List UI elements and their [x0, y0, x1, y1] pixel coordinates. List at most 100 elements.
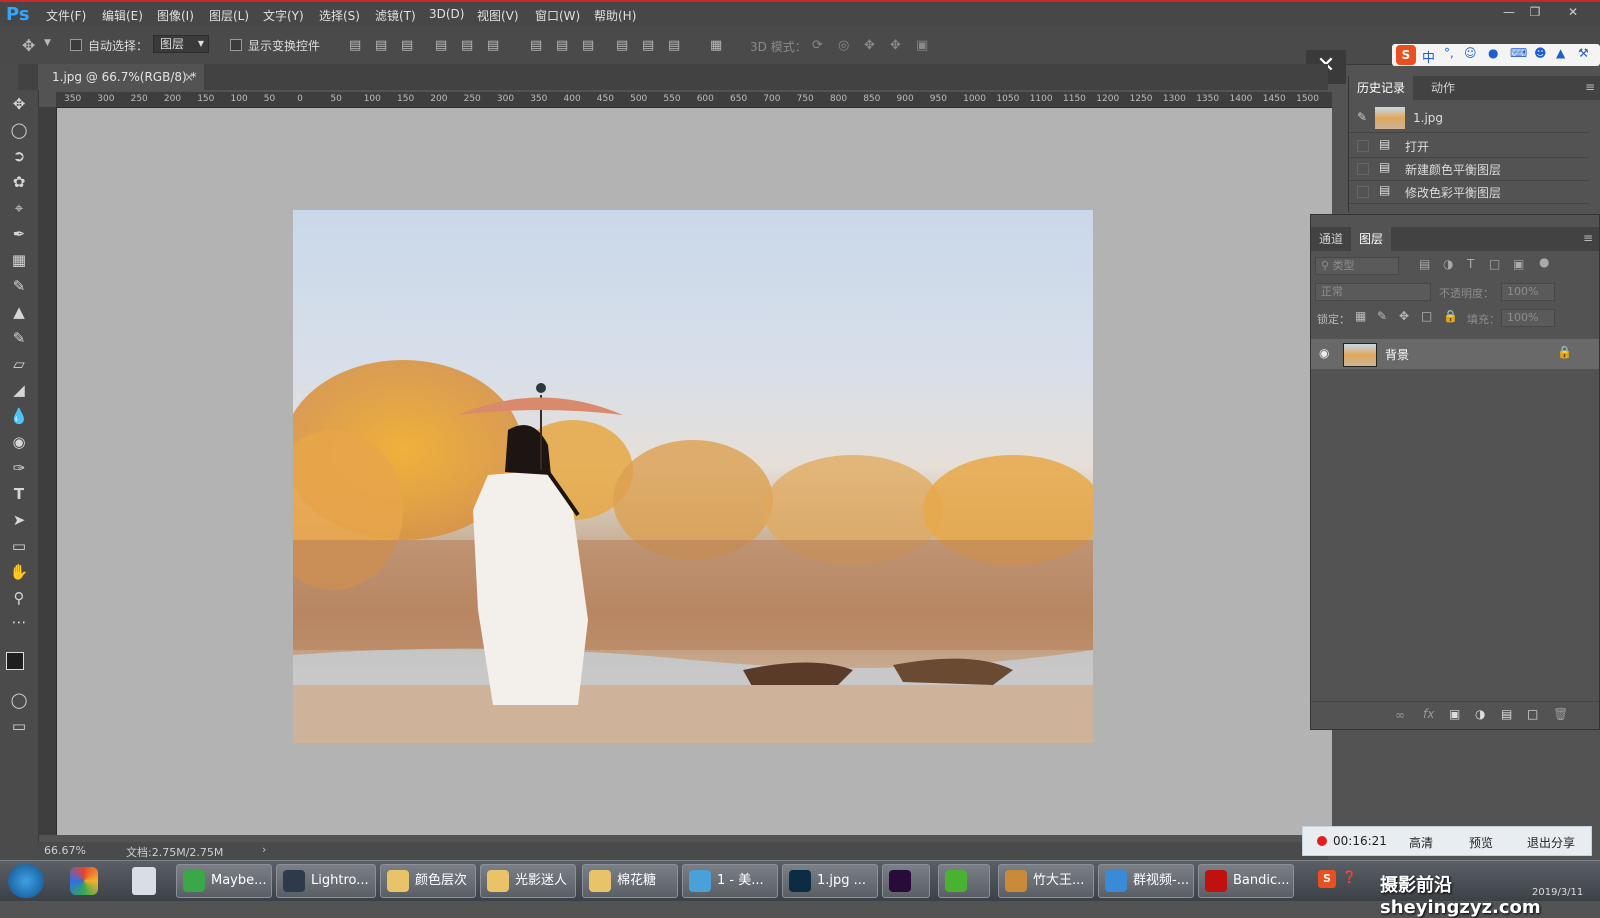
lock-all-icon[interactable]: 🔒: [1443, 309, 1458, 323]
punctuation-icon[interactable]: °,: [1444, 46, 1454, 60]
rectangle-tool-icon[interactable]: ▭: [9, 536, 29, 556]
align-right-icon[interactable]: ▤: [487, 38, 499, 53]
filter-type-icon[interactable]: T: [1467, 257, 1474, 271]
screen-mode-icon[interactable]: ▭: [9, 716, 29, 736]
menu-select[interactable]: 选择(S): [319, 7, 360, 24]
taskbar-item[interactable]: 1.jpg ...: [782, 864, 878, 898]
sogou-icon[interactable]: S: [1396, 45, 1416, 65]
menu-type[interactable]: 文字(Y): [263, 7, 304, 24]
3d-roll-icon[interactable]: ◎: [838, 38, 849, 53]
hand-tool-icon[interactable]: ✋: [9, 562, 29, 582]
crop-tool-icon[interactable]: ⌖: [9, 198, 29, 218]
document-tab[interactable]: 1.jpg @ 66.7%(RGB/8) * ×: [38, 64, 204, 90]
eraser-tool-icon[interactable]: ▱: [9, 354, 29, 374]
history-snapshot[interactable]: ✎ 1.jpg: [1349, 104, 1589, 133]
fill-input[interactable]: 100%: [1501, 309, 1555, 327]
history-item[interactable]: ▤ 打开: [1349, 134, 1589, 158]
foreground-color-swatch[interactable]: [6, 652, 24, 670]
tab-layers[interactable]: 图层: [1351, 227, 1392, 251]
more-tools-icon[interactable]: ⋯: [9, 612, 29, 632]
distribute-right-icon[interactable]: ▤: [668, 38, 680, 53]
move-tool-icon[interactable]: ✥: [22, 36, 35, 55]
taskbar-item[interactable]: Maybe...: [176, 864, 272, 898]
history-item[interactable]: ▤ 修改色彩平衡图层: [1349, 180, 1589, 204]
distribute-vcenter-icon[interactable]: ▤: [556, 38, 568, 53]
lock-position-icon[interactable]: ✥: [1399, 309, 1409, 323]
lock-pixels-icon[interactable]: ✎: [1377, 309, 1387, 323]
menu-file[interactable]: 文件(F): [46, 7, 86, 24]
3d-slide-icon[interactable]: ✥: [890, 38, 901, 53]
history-item[interactable]: ▤ 新建颜色平衡图层: [1349, 157, 1589, 181]
history-source-checkbox[interactable]: [1357, 140, 1369, 152]
panel-menu-icon[interactable]: ≡: [1583, 231, 1593, 245]
history-brush-source-icon[interactable]: ✎: [1357, 110, 1367, 124]
menu-edit[interactable]: 编辑(E): [102, 7, 143, 24]
dodge-tool-icon[interactable]: ◉: [9, 432, 29, 452]
restore-icon[interactable]: ❐: [1524, 5, 1546, 21]
filter-smart-object-icon[interactable]: ▣: [1513, 257, 1524, 271]
photo-canvas[interactable]: [293, 210, 1093, 743]
eye-icon[interactable]: ◉: [1319, 346, 1329, 360]
auto-select-checkbox[interactable]: [70, 39, 82, 51]
distribute-top-icon[interactable]: ▤: [530, 38, 542, 53]
menu-filter[interactable]: 滤镜(T): [375, 7, 416, 24]
layer-filter-dropdown[interactable]: ⚲ 类型: [1315, 257, 1399, 275]
show-transform-checkbox[interactable]: [230, 39, 242, 51]
blur-tool-icon[interactable]: 💧: [9, 406, 29, 426]
chinese-mode-icon[interactable]: 中: [1422, 47, 1435, 66]
menu-image[interactable]: 图像(I): [157, 7, 194, 24]
app-launcher-icon[interactable]: [70, 867, 98, 895]
filter-adjustment-icon[interactable]: ◑: [1443, 257, 1453, 271]
tab-channels[interactable]: 通道: [1311, 227, 1351, 251]
tools-icon[interactable]: ⚒: [1578, 46, 1589, 60]
emoji-icon[interactable]: ☺: [1464, 46, 1477, 60]
link-layers-icon[interactable]: ∞: [1395, 708, 1405, 722]
calculator-icon[interactable]: [132, 867, 156, 895]
sogou-tray-icon[interactable]: S: [1318, 870, 1336, 888]
opacity-input[interactable]: 100%: [1501, 283, 1555, 301]
distribute-left-icon[interactable]: ▤: [616, 38, 628, 53]
stamp-tool-icon[interactable]: ▲: [9, 302, 29, 322]
start-button[interactable]: [8, 864, 44, 898]
menu-layer[interactable]: 图层(L): [209, 7, 249, 24]
filter-pixel-icon[interactable]: ▤: [1419, 257, 1430, 271]
distribute-hcenter-icon[interactable]: ▤: [642, 38, 654, 53]
menu-help[interactable]: 帮助(H): [594, 7, 636, 24]
eyedropper-tool-icon[interactable]: ✒: [9, 224, 29, 244]
add-mask-icon[interactable]: ▣: [1449, 707, 1460, 721]
taskbar-item[interactable]: 棉花糖: [582, 864, 678, 898]
distribute-bottom-icon[interactable]: ▤: [582, 38, 594, 53]
close-icon[interactable]: ✕: [1562, 5, 1584, 21]
trash-icon[interactable]: 🗑: [1553, 707, 1568, 721]
tab-history[interactable]: 历史记录: [1349, 76, 1414, 100]
panel-menu-icon[interactable]: ≡: [1585, 80, 1595, 94]
gradient-tool-icon[interactable]: ◢: [9, 380, 29, 400]
3d-rotate-icon[interactable]: ⟳: [812, 38, 823, 53]
lock-artboard-icon[interactable]: □: [1421, 309, 1432, 323]
move-tool-icon[interactable]: ✥: [9, 94, 29, 114]
fx-icon[interactable]: fx: [1423, 707, 1434, 721]
quality-button[interactable]: 高清: [1409, 834, 1433, 851]
zoom-level[interactable]: 66.67%: [44, 844, 86, 857]
align-hcenter-icon[interactable]: ▤: [461, 38, 473, 53]
mic-icon[interactable]: ●: [1488, 46, 1498, 60]
history-source-checkbox[interactable]: [1357, 163, 1369, 175]
taskbar-item[interactable]: Bandic...: [1198, 864, 1294, 898]
align-bottom-icon[interactable]: ▤: [401, 38, 413, 53]
preview-button[interactable]: 预览: [1469, 834, 1493, 851]
auto-align-icon[interactable]: ▦: [710, 38, 722, 53]
minimize-icon[interactable]: —: [1498, 5, 1520, 21]
lasso-tool-icon[interactable]: ➲: [9, 146, 29, 166]
healing-tool-icon[interactable]: ▦: [9, 250, 29, 270]
history-source-checkbox[interactable]: [1357, 186, 1369, 198]
user-icon[interactable]: ☻: [1534, 46, 1547, 60]
taskbar-item[interactable]: 1 - 美...: [682, 864, 778, 898]
keyboard-icon[interactable]: ⌨: [1510, 46, 1527, 60]
help-icon[interactable]: ❓: [1342, 870, 1357, 884]
taskbar-item[interactable]: [938, 864, 990, 898]
taskbar-item[interactable]: Lightro...: [276, 864, 376, 898]
taskbar-item[interactable]: 光影迷人: [480, 864, 576, 898]
brush-tool-icon[interactable]: ✎: [9, 276, 29, 296]
tab-actions[interactable]: 动作: [1423, 76, 1463, 100]
adjustment-layer-icon[interactable]: ◑: [1475, 707, 1485, 721]
